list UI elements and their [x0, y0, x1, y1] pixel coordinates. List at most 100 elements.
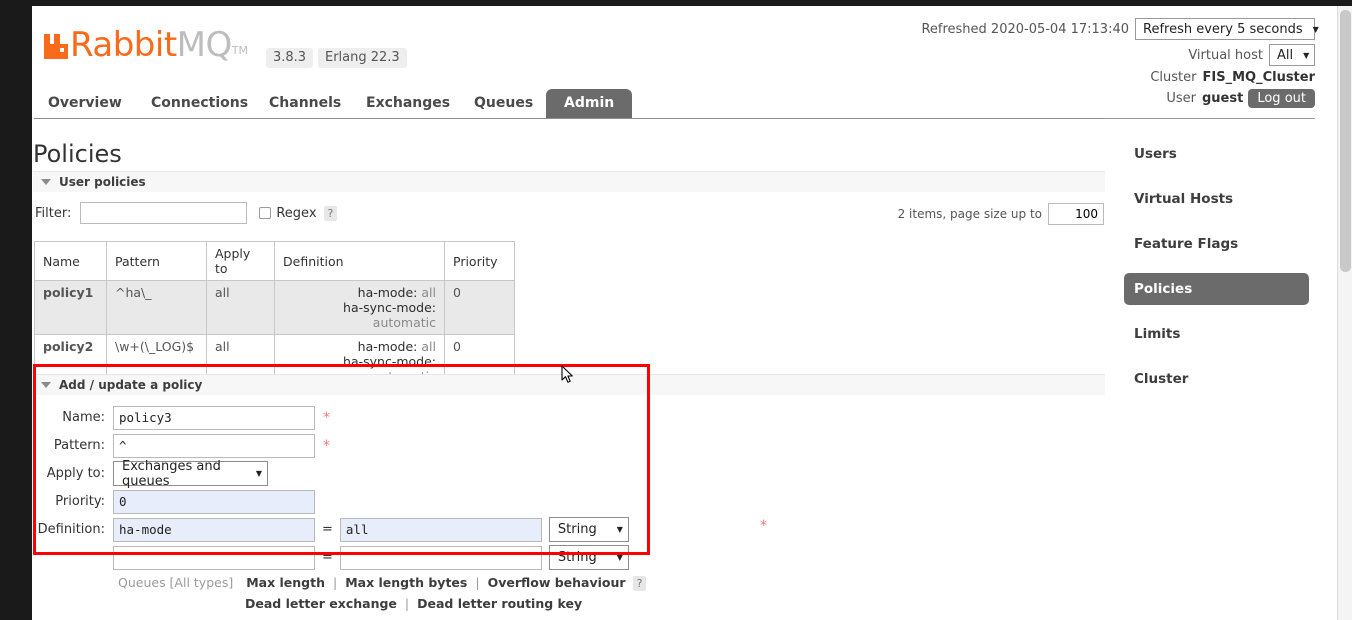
tab-connections[interactable]: Connections	[151, 90, 248, 117]
definition-type-value: String	[557, 522, 597, 537]
definition-value: automatic	[372, 315, 436, 330]
priority-label: Priority:	[55, 494, 105, 509]
link-separator: |	[333, 575, 338, 590]
apply-to-label: Apply to:	[46, 466, 105, 481]
version-badge: 3.8.3	[266, 48, 314, 68]
policy-shortcut-links-row-1: Queues [All types] Max length | Max leng…	[118, 575, 647, 591]
required-asterisk-floating: *	[760, 518, 767, 534]
definition-entry: ha-sync-mode: automatic	[283, 300, 436, 330]
definition-key: ha-mode:	[357, 339, 418, 354]
name-label: Name:	[62, 410, 105, 425]
tab-admin[interactable]: Admin	[546, 89, 633, 118]
sidebar-item-limits[interactable]: Limits	[1124, 318, 1309, 350]
sidebar-item-users[interactable]: Users	[1124, 138, 1309, 170]
tab-exchanges[interactable]: Exchanges	[366, 90, 450, 117]
tab-queues[interactable]: Queues	[474, 90, 533, 117]
name-input[interactable]	[113, 405, 315, 430]
user-policies-title: User policies	[59, 175, 146, 189]
logo-text-rabbit: Rabbit	[70, 25, 177, 65]
sidebar-item-feature-flags[interactable]: Feature Flags	[1124, 228, 1309, 260]
required-asterisk: *	[323, 409, 330, 426]
definition-key: ha-mode:	[357, 285, 418, 300]
tab-channels[interactable]: Channels	[269, 90, 341, 117]
column-header-name[interactable]: Name	[34, 241, 107, 281]
link-max-length-bytes[interactable]: Max length bytes	[345, 575, 467, 590]
link-dead-letter-routing-key[interactable]: Dead letter routing key	[417, 596, 582, 611]
cell-priority: 0	[444, 280, 515, 335]
refresh-interval-value: Refresh every 5 seconds	[1143, 21, 1303, 37]
cell-definition: ha-mode: all ha-sync-mode: automatic	[274, 280, 445, 335]
vhost-label: Virtual host	[1188, 47, 1263, 63]
page-size-input[interactable]	[1048, 203, 1104, 225]
admin-sidebar: Users Virtual Hosts Feature Flags Polici…	[1124, 138, 1309, 408]
chevron-down-icon: ▼	[1303, 50, 1310, 60]
logout-button[interactable]: Log out	[1248, 89, 1315, 108]
user-name: guest	[1202, 91, 1244, 106]
apply-to-value: Exchanges and queues	[122, 458, 221, 489]
link-dead-letter-exchange[interactable]: Dead letter exchange	[245, 596, 397, 611]
refresh-interval-select[interactable]: Refresh every 5 seconds ▼	[1135, 18, 1319, 40]
policies-table: Name Pattern Apply to Definition Priorit…	[34, 241, 515, 389]
definition-entry: ha-mode: all	[283, 339, 436, 354]
definition-type-select-1[interactable]: String ▼	[548, 517, 629, 542]
form-row-apply-to: Apply to: Exchanges and queues ▼	[33, 458, 629, 489]
apply-to-select[interactable]: Exchanges and queues ▼	[113, 458, 268, 489]
form-row-name: Name: *	[33, 404, 629, 431]
definition-type-value: String	[557, 550, 597, 565]
filter-input[interactable]	[80, 202, 248, 224]
refreshed-timestamp: Refreshed 2020-05-04 17:13:40	[921, 21, 1129, 37]
pagination-row: 2 items, page size up to	[898, 203, 1104, 225]
form-row-definition-1: Definition: = String ▼	[33, 516, 629, 543]
pattern-input[interactable]	[113, 433, 315, 458]
chevron-down-icon: ▼	[255, 469, 262, 478]
collapse-triangle-icon[interactable]	[41, 179, 51, 185]
link-max-length[interactable]: Max length	[246, 575, 325, 590]
queues-all-types-note: Queues [All types]	[118, 575, 234, 590]
refresh-row: Refreshed 2020-05-04 17:13:40 Refresh ev…	[921, 18, 1319, 40]
column-header-pattern[interactable]: Pattern	[106, 241, 207, 281]
tab-overview[interactable]: Overview	[48, 90, 122, 117]
form-row-definition-2: = String ▼	[33, 544, 629, 571]
table-row[interactable]: policy1 ^ha\_ all ha-mode: all ha-sync-m…	[34, 280, 515, 335]
pattern-label: Pattern:	[53, 438, 105, 453]
cell-pattern: ^ha\_	[106, 280, 207, 335]
vertical-scrollbar[interactable]	[1337, 6, 1352, 620]
scrollbar-thumb[interactable]	[1340, 10, 1351, 272]
definition-type-select-2[interactable]: String ▼	[548, 545, 629, 570]
form-row-priority: Priority:	[33, 488, 629, 515]
erlang-version-badge: Erlang 22.3	[318, 48, 407, 68]
definition-value-input-2[interactable]	[339, 545, 542, 570]
column-header-priority[interactable]: Priority	[444, 241, 515, 281]
column-header-apply-to[interactable]: Apply to	[206, 241, 275, 281]
table-header-row: Name Pattern Apply to Definition Priorit…	[34, 241, 515, 281]
filter-label: Filter:	[35, 205, 72, 221]
definition-value: all	[421, 285, 436, 300]
cell-name[interactable]: policy1	[34, 280, 107, 335]
definition-key-input-1[interactable]	[113, 517, 315, 542]
vhost-value: All	[1277, 47, 1294, 63]
items-count-label: 2 items, page size up to	[897, 207, 1042, 221]
definition-value-input-1[interactable]	[339, 517, 542, 542]
top-black-strip	[0, 0, 1352, 6]
user-policies-section-header[interactable]: User policies	[33, 171, 1105, 192]
vhost-select[interactable]: All ▼	[1269, 44, 1315, 66]
regex-checkbox[interactable]	[259, 207, 272, 219]
overflow-help-icon[interactable]: ?	[632, 576, 647, 591]
definition-value: all	[421, 339, 436, 354]
sidebar-item-policies[interactable]: Policies	[1124, 273, 1309, 305]
equals-sign: =	[322, 522, 333, 537]
definition-key: ha-sync-mode:	[343, 354, 436, 369]
cluster-name: FIS_MQ_Cluster	[1202, 70, 1316, 85]
vhost-row: Virtual host All ▼	[921, 44, 1315, 66]
definition-key-input-2[interactable]	[113, 545, 315, 570]
sidebar-item-virtual-hosts[interactable]: Virtual Hosts	[1124, 183, 1309, 215]
sidebar-item-cluster[interactable]: Cluster	[1124, 363, 1309, 395]
rabbitmq-logo[interactable]: RabbitMQTM	[44, 28, 248, 68]
link-separator: |	[404, 596, 410, 611]
column-header-definition[interactable]: Definition	[274, 241, 445, 281]
link-overflow-behaviour[interactable]: Overflow behaviour	[488, 575, 626, 590]
regex-help-icon[interactable]: ?	[323, 205, 338, 221]
collapse-triangle-icon[interactable]	[41, 382, 51, 388]
add-policy-title: Add / update a policy	[59, 378, 203, 392]
priority-input[interactable]	[113, 489, 315, 514]
